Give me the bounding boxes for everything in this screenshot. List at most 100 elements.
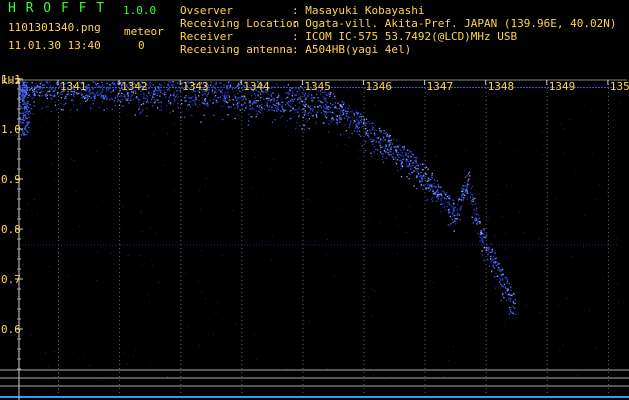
signal-dot <box>498 268 501 270</box>
time-gridline <box>241 352 243 353</box>
time-gridline <box>363 324 365 325</box>
noise-dot <box>66 275 68 277</box>
signal-dot <box>482 233 484 235</box>
signal-dot <box>399 159 401 162</box>
signal-dot <box>207 105 209 107</box>
time-gridline <box>363 104 365 105</box>
time-gridline <box>58 96 59 97</box>
signal-dot <box>504 276 506 279</box>
signal-dot <box>22 111 24 113</box>
noise-dot <box>69 116 71 118</box>
signal-dot <box>476 223 478 225</box>
noise-dot <box>192 116 194 117</box>
signal-dot <box>170 81 172 83</box>
signal-dot <box>448 197 450 199</box>
time-gridline <box>58 224 59 225</box>
signal-dot <box>88 84 90 86</box>
signal-dot <box>202 102 204 104</box>
noise-dot <box>616 237 618 239</box>
signal-dot <box>397 170 399 172</box>
signal-dot <box>264 104 266 107</box>
noise-dot <box>148 293 150 295</box>
signal-dot <box>454 206 456 209</box>
signal-dot <box>408 161 410 163</box>
time-gridline <box>607 168 609 169</box>
signal-dot <box>481 254 484 256</box>
time-gridline <box>241 300 243 301</box>
time-gridline <box>424 104 426 105</box>
time-gridline <box>485 204 487 205</box>
noise-dot <box>505 322 507 324</box>
signal-dot <box>20 106 22 108</box>
time-gridline <box>119 192 121 193</box>
signal-dot <box>415 175 418 177</box>
time-gridline <box>180 88 182 89</box>
noise-dot <box>198 280 200 282</box>
noise-dot <box>141 263 143 265</box>
time-gridline <box>485 272 487 273</box>
time-gridline <box>119 240 121 241</box>
signal-dot <box>229 84 232 87</box>
time-gridline <box>485 104 487 105</box>
time-gridline <box>180 176 182 177</box>
signal-dot <box>413 160 416 162</box>
signal-dot <box>402 146 404 148</box>
signal-dot <box>375 148 377 151</box>
signal-dot <box>406 149 409 151</box>
noise-dot <box>339 118 340 120</box>
time-gridline <box>363 136 365 137</box>
time-gridline <box>302 352 304 353</box>
signal-dot <box>39 88 41 90</box>
signal-dot <box>507 279 509 281</box>
signal-dot <box>154 102 156 104</box>
time-gridline <box>607 332 609 333</box>
signal-dot <box>412 162 414 164</box>
time-gridline <box>58 212 59 213</box>
signal-dot <box>347 120 349 122</box>
noise-dot <box>612 126 614 128</box>
signal-dot <box>41 107 44 109</box>
time-gridline <box>180 380 182 381</box>
time-gridline <box>424 152 426 153</box>
time-gridline <box>607 320 609 321</box>
signal-dot <box>76 93 78 95</box>
signal-dot <box>331 118 333 120</box>
signal-dot <box>225 85 228 87</box>
signal-dot <box>102 95 104 97</box>
time-gridline <box>424 96 426 97</box>
signal-dot <box>495 272 497 275</box>
signal-dot <box>43 84 45 86</box>
noise-dot <box>334 276 336 278</box>
noise-dot <box>221 254 223 256</box>
signal-dot <box>159 95 161 97</box>
time-gridline <box>119 160 121 161</box>
signal-dot <box>25 103 27 105</box>
signal-dot <box>88 88 91 90</box>
signal-dot <box>465 188 468 191</box>
signal-dot <box>508 313 510 315</box>
signal-dot <box>465 191 467 193</box>
signal-dot <box>290 100 292 102</box>
noise-dot <box>135 349 137 351</box>
time-gridline <box>241 208 243 209</box>
signal-dot <box>169 112 171 114</box>
noise-dot <box>429 279 431 281</box>
time-gridline <box>302 200 304 201</box>
signal-dot <box>25 91 27 93</box>
time-gridline <box>180 248 182 249</box>
time-gridline <box>58 232 59 233</box>
signal-dot <box>268 97 270 100</box>
time-gridline <box>485 220 487 221</box>
signal-dot <box>399 148 401 151</box>
signal-dot <box>149 81 152 84</box>
signal-dot <box>261 103 263 106</box>
time-gridline <box>363 280 365 281</box>
time-tick-label: 1349 <box>549 80 576 93</box>
signal-dot <box>312 115 314 117</box>
time-gridline <box>607 108 609 109</box>
signal-dot <box>250 116 252 118</box>
signal-dot <box>390 154 392 156</box>
signal-dot <box>168 100 170 102</box>
signal-dot <box>177 96 179 98</box>
signal-dot <box>189 101 191 103</box>
